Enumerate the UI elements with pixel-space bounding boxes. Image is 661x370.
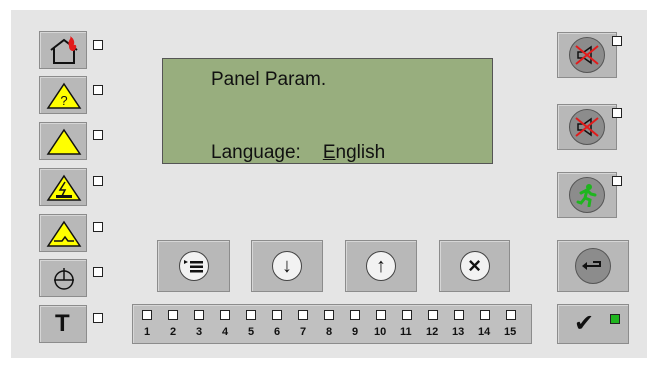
evacuate-button[interactable] (557, 172, 617, 218)
zone-number-1: 1 (144, 326, 151, 338)
house-fire-icon (50, 36, 78, 64)
mute-buzzer-led (612, 36, 622, 46)
zone-number-4: 4 (222, 326, 229, 338)
zone-number-5: 5 (248, 326, 255, 338)
warning-indicator[interactable] (39, 122, 87, 160)
language-value: English (322, 142, 386, 163)
zone-led-15 (506, 310, 516, 320)
power-icon (54, 268, 74, 290)
fault-query-indicator[interactable]: ? (39, 76, 87, 114)
warning-icon (46, 128, 82, 155)
zone-led-1 (142, 310, 152, 320)
zone-number-8: 8 (326, 326, 333, 338)
back-button[interactable] (557, 240, 629, 292)
zone-led-11 (402, 310, 412, 320)
confirm-led (610, 314, 620, 324)
test-icon: T (55, 310, 70, 337)
zone-led-5 (246, 310, 256, 320)
arrow-down-icon: ↓ (272, 251, 302, 281)
test-button[interactable]: T (39, 305, 87, 343)
electrical-fault-icon (46, 174, 82, 201)
zone-number-9: 9 (352, 326, 359, 338)
zone-number-2: 2 (170, 326, 177, 338)
up-button[interactable]: ↑ (345, 240, 417, 292)
ground-fault-icon (46, 220, 82, 247)
display-line-2: Language: English (211, 142, 385, 164)
fault-query-led (93, 85, 103, 95)
power-led (93, 267, 103, 277)
evacuate-icon (569, 177, 605, 213)
zone-led-4 (220, 310, 230, 320)
zone-number-12: 12 (426, 326, 439, 338)
zone-number-7: 7 (300, 326, 307, 338)
zone-number-6: 6 (274, 326, 281, 338)
warning-question-icon: ? (46, 82, 82, 109)
ground-fault-indicator[interactable] (39, 214, 87, 252)
mute-sounder-icon (569, 109, 605, 145)
zone-number-3: 3 (196, 326, 203, 338)
ground-fault-led (93, 222, 103, 232)
lcd-display: Panel Param. Language: English (162, 58, 493, 164)
display-line-1: Panel Param. (211, 69, 327, 90)
svg-text:?: ? (60, 93, 67, 108)
zone-led-14 (480, 310, 490, 320)
evacuate-led (612, 176, 622, 186)
cancel-icon: × (459, 251, 490, 281)
mute-buzzer-icon (569, 37, 605, 73)
fire-led (93, 40, 103, 50)
test-led (93, 313, 103, 323)
menu-button[interactable] (157, 240, 230, 292)
cancel-button[interactable]: × (439, 240, 510, 292)
language-label: Language: (211, 142, 301, 163)
zone-led-13 (454, 310, 464, 320)
fire-alarm-indicator[interactable] (39, 31, 87, 69)
zone-led-3 (194, 310, 204, 320)
zone-number-13: 13 (452, 326, 465, 338)
arrow-up-icon: ↑ (366, 251, 396, 281)
zone-led-9 (350, 310, 360, 320)
mute-buzzer-button[interactable] (557, 32, 617, 78)
electrical-fault-led (93, 176, 103, 186)
mute-sounder-led (612, 108, 622, 118)
zone-led-2 (168, 310, 178, 320)
confirm-icon: ✔ (574, 310, 595, 337)
zone-number-10: 10 (374, 326, 387, 338)
warning-led (93, 130, 103, 140)
zone-led-7 (298, 310, 308, 320)
electrical-fault-indicator[interactable] (39, 168, 87, 206)
zone-led-12 (428, 310, 438, 320)
menu-icon (178, 251, 209, 281)
confirm-button[interactable]: ✔ (557, 304, 629, 344)
zone-number-15: 15 (504, 326, 517, 338)
mute-sounder-button[interactable] (557, 104, 617, 150)
zone-number-14: 14 (478, 326, 491, 338)
zone-led-8 (324, 310, 334, 320)
zone-number-11: 11 (400, 326, 412, 338)
down-button[interactable]: ↓ (251, 240, 323, 292)
back-icon (575, 248, 611, 284)
power-indicator[interactable] (39, 259, 87, 297)
zone-led-6 (272, 310, 282, 320)
zone-led-10 (376, 310, 386, 320)
